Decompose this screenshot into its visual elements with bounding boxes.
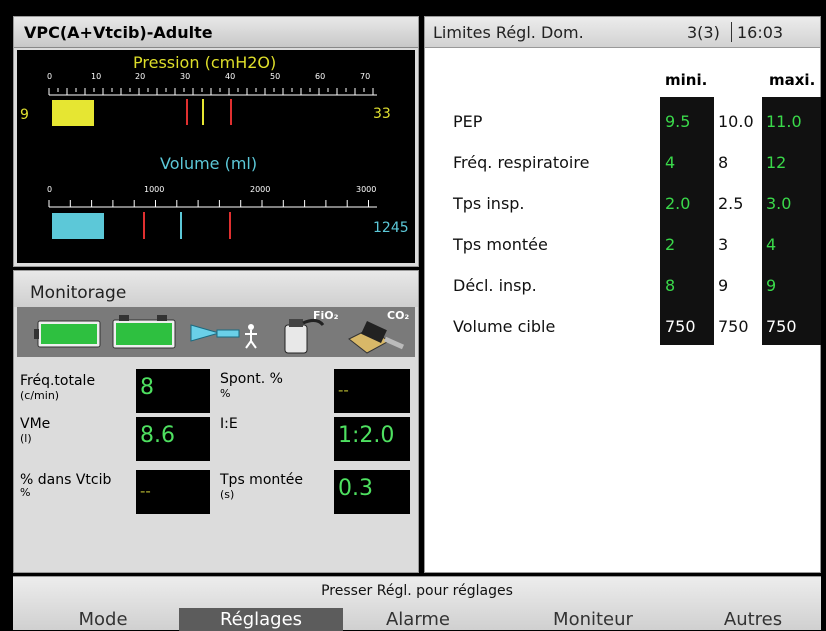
pct-vtcib-label: % dans Vtcib (20, 472, 112, 488)
mode-panel: VPC(A+Vtcib)-Adulte Pression (cmH2O) 0 1… (13, 16, 419, 267)
fio2-label: FiO₂ (313, 309, 339, 322)
monitorage-title: Monitorage (14, 271, 418, 307)
status-icon-strip: FiO₂ CO₂ (17, 307, 415, 357)
freq-totale-label: Fréq.totale (20, 373, 96, 389)
page-indicator: 3(3) (687, 23, 720, 42)
vme-label: VMe (20, 416, 51, 432)
limit-max-value: 750 (766, 317, 797, 336)
spont-unit: % (220, 387, 231, 400)
spont-value: -- (334, 369, 410, 413)
tps-montee-label: Tps montée (220, 472, 303, 488)
limit-row-label[interactable]: Tps insp. (453, 194, 525, 213)
limit-current-value: 8 (718, 153, 729, 172)
freq-totale-value: 8 (136, 369, 210, 413)
volume-label: Volume (ml) (160, 154, 258, 173)
limits-header: Limites Régl. Dom. 3(3) 16:03 (425, 17, 820, 48)
limit-min-value: 2.0 (665, 194, 691, 213)
limit-current-value: 2.5 (718, 194, 744, 213)
vme-value: 8.6 (136, 417, 210, 461)
limit-max-value: 11.0 (766, 112, 802, 131)
pressure-left-value: 9 (20, 107, 29, 123)
limit-current-value: 10.0 (718, 112, 754, 131)
clock-time: 16:03 (737, 23, 784, 42)
limit-min-value: 750 (665, 317, 696, 336)
patient-circuit-icon (190, 324, 257, 349)
co2-label: CO₂ (387, 309, 410, 322)
min-column (660, 97, 714, 345)
bottom-menu-bar: Presser Régl. pour réglages Mode Réglage… (13, 576, 821, 631)
limit-row-label[interactable]: Fréq. respiratoire (453, 153, 589, 172)
limit-current-value: 3 (718, 235, 729, 254)
limit-row-label[interactable]: Décl. insp. (453, 276, 537, 295)
volume-value: 1245 (373, 220, 409, 236)
limit-max-value: 12 (766, 153, 787, 172)
limit-min-value: 9.5 (665, 112, 691, 131)
limit-min-value: 4 (665, 153, 676, 172)
volume-bar (52, 213, 104, 239)
tps-montee-value: 0.3 (334, 470, 410, 514)
limit-current-value: 9 (718, 276, 729, 295)
vme-unit: (l) (20, 432, 32, 445)
limit-row-label[interactable]: Volume cible (453, 317, 555, 336)
volume-tick-label: 2000 (250, 185, 271, 194)
tps-montee-unit: (s) (220, 488, 235, 501)
spont-label: Spont. % (220, 371, 283, 387)
limit-min-value: 2 (665, 235, 676, 254)
tab-moniteur[interactable]: Moniteur (513, 608, 673, 631)
max-column (762, 97, 821, 345)
freq-totale-unit: (c/min) (20, 389, 60, 402)
limits-panel: Limites Régl. Dom. 3(3) 16:03 mini. maxi… (424, 16, 821, 573)
battery-icon (34, 320, 101, 348)
battery-icon (112, 315, 176, 349)
col-min-header: mini. (665, 71, 708, 89)
pct-vtcib-value: -- (136, 470, 210, 514)
header-divider (731, 22, 732, 42)
limits-title: Limites Régl. Dom. (433, 23, 584, 42)
monitorage-panel: Monitorage FiO₂ CO₂ Fréq.totale (c/min) … (13, 270, 419, 573)
tab-alarme[interactable]: Alarme (353, 608, 483, 631)
hint-text: Presser Régl. pour réglages (321, 583, 513, 599)
volume-tick-label: 0 (47, 185, 53, 194)
graph-area: Pression (cmH2O) 0 10 20 30 40 50 60 70 … (17, 50, 415, 263)
ie-value: 1:2.0 (334, 417, 410, 461)
col-max-header: maxi. (769, 71, 816, 89)
pressure-bar (52, 100, 94, 126)
mode-title: VPC(A+Vtcib)-Adulte (14, 17, 418, 48)
tab-mode[interactable]: Mode (33, 608, 173, 631)
limit-row-label[interactable]: PEP (453, 112, 482, 131)
volume-tick-label: 1000 (144, 185, 165, 194)
tab-reglages[interactable]: Réglages (179, 608, 343, 631)
pressure-peak-value: 33 (373, 106, 391, 122)
volume-tick-label: 3000 (356, 185, 377, 194)
limit-min-value: 8 (665, 276, 676, 295)
limit-max-value: 4 (766, 235, 777, 254)
ie-label: I:E (220, 416, 238, 432)
limit-row-label[interactable]: Tps montée (453, 235, 548, 254)
limit-max-value: 9 (766, 276, 777, 295)
limit-max-value: 3.0 (766, 194, 792, 213)
pct-vtcib-unit: % (20, 486, 31, 499)
tab-autres[interactable]: Autres (693, 608, 813, 631)
limit-current-value: 750 (718, 317, 749, 336)
